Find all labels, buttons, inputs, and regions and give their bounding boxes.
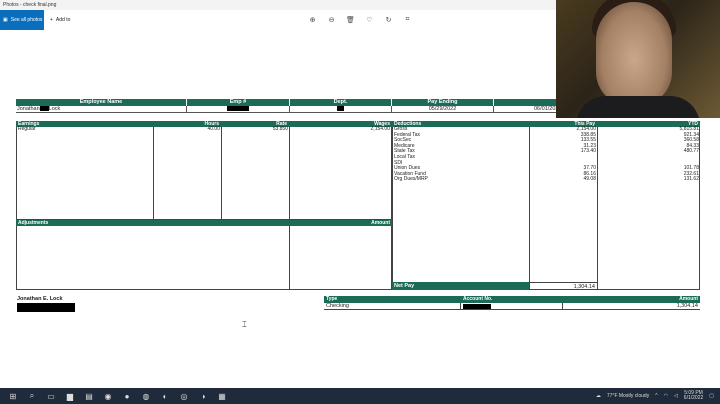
table-row: Org Dues/MRP 49.08 131.62 bbox=[394, 176, 699, 183]
heart-icon[interactable]: ♡ bbox=[365, 16, 374, 25]
zoom-out-icon[interactable]: ⊖ bbox=[327, 16, 336, 25]
redaction-bar bbox=[337, 106, 344, 112]
webcam-overlay bbox=[556, 0, 720, 118]
deposit-header: Type Account No. Amount bbox=[324, 296, 700, 303]
chrome-icon[interactable]: ◉ bbox=[102, 390, 114, 402]
photos-app-icon[interactable]: ▦ bbox=[216, 390, 228, 402]
deposit-row: Checking 1,304.14 bbox=[324, 303, 700, 310]
crop-icon[interactable]: ⌗ bbox=[403, 16, 412, 25]
redaction-bar bbox=[463, 304, 491, 309]
image-actions: ⊕ ⊖ 🗑 ♡ ↻ ⌗ bbox=[308, 10, 412, 30]
notification-icon[interactable]: ▢ bbox=[709, 393, 714, 399]
add-to-button[interactable]: + Add to bbox=[50, 10, 70, 30]
volume-icon[interactable]: ◁ bbox=[674, 393, 678, 399]
employee-name-header: Employee Name bbox=[16, 99, 187, 106]
app-icon[interactable]: ● bbox=[121, 390, 133, 402]
dept-value bbox=[290, 106, 392, 113]
plus-icon: + bbox=[50, 17, 53, 23]
chevron-up-icon[interactable]: ^ bbox=[655, 393, 657, 399]
redaction-bar bbox=[17, 303, 75, 312]
weather-text[interactable]: 77°F Mostly cloudy bbox=[607, 393, 649, 399]
photos-icon: ▣ bbox=[3, 17, 8, 23]
redaction-bar bbox=[39, 106, 49, 112]
file-explorer-icon[interactable]: ▆ bbox=[64, 390, 76, 402]
pay-ending-header: Pay Ending bbox=[392, 99, 494, 106]
delete-icon[interactable]: 🗑 bbox=[346, 16, 355, 25]
weather-icon[interactable]: ☁ bbox=[596, 393, 601, 399]
clock[interactable]: 5:09 PM 6/1/2022 bbox=[684, 390, 703, 402]
net-pay-label: Net Pay bbox=[392, 282, 529, 290]
dept-header: Dept. bbox=[290, 99, 392, 106]
adjustments-table bbox=[16, 226, 392, 290]
store-icon[interactable]: ▤ bbox=[83, 390, 95, 402]
redaction-bar bbox=[227, 106, 249, 112]
emp-number-header: Emp # bbox=[187, 99, 290, 106]
app-icon[interactable]: ◑ bbox=[197, 390, 209, 402]
rotate-icon[interactable]: ↻ bbox=[384, 16, 393, 25]
see-all-photos-button[interactable]: ▣ See all photos bbox=[0, 10, 44, 30]
start-icon[interactable]: ⊞ bbox=[7, 390, 19, 402]
system-tray: ☁ 77°F Mostly cloudy ^ ◠ ◁ 5:09 PM 6/1/2… bbox=[596, 388, 720, 404]
zoom-in-icon[interactable]: ⊕ bbox=[308, 16, 317, 25]
wifi-icon[interactable]: ◠ bbox=[664, 393, 668, 399]
search-icon[interactable]: ⌕ bbox=[26, 390, 38, 402]
window-title: Photos - check final.png bbox=[3, 2, 57, 8]
task-view-icon[interactable]: ▭ bbox=[45, 390, 57, 402]
employee-name-value: Jonathan Lock bbox=[16, 106, 187, 113]
spotify-icon[interactable]: ◍ bbox=[140, 390, 152, 402]
app-icon[interactable]: ◎ bbox=[178, 390, 190, 402]
earnings-table: Regular 40.00 53.850 2,154.00 bbox=[16, 126, 392, 220]
net-pay-value: 1,304.14 bbox=[529, 282, 598, 290]
deductions-table: Gross 2,154.00 5,815.81 Federal Tax 338.85 92… bbox=[392, 126, 700, 290]
pay-ending-value: 05/29/2022 bbox=[392, 106, 494, 113]
emp-number-value bbox=[187, 106, 290, 113]
mouse-cursor-icon: ⌶ bbox=[242, 320, 247, 329]
employee-footer-name: Jonathan E. Lock bbox=[17, 296, 63, 302]
app-icon[interactable]: ◐ bbox=[159, 390, 171, 402]
table-row: Regular 40.00 53.850 2,154.00 bbox=[18, 126, 390, 132]
